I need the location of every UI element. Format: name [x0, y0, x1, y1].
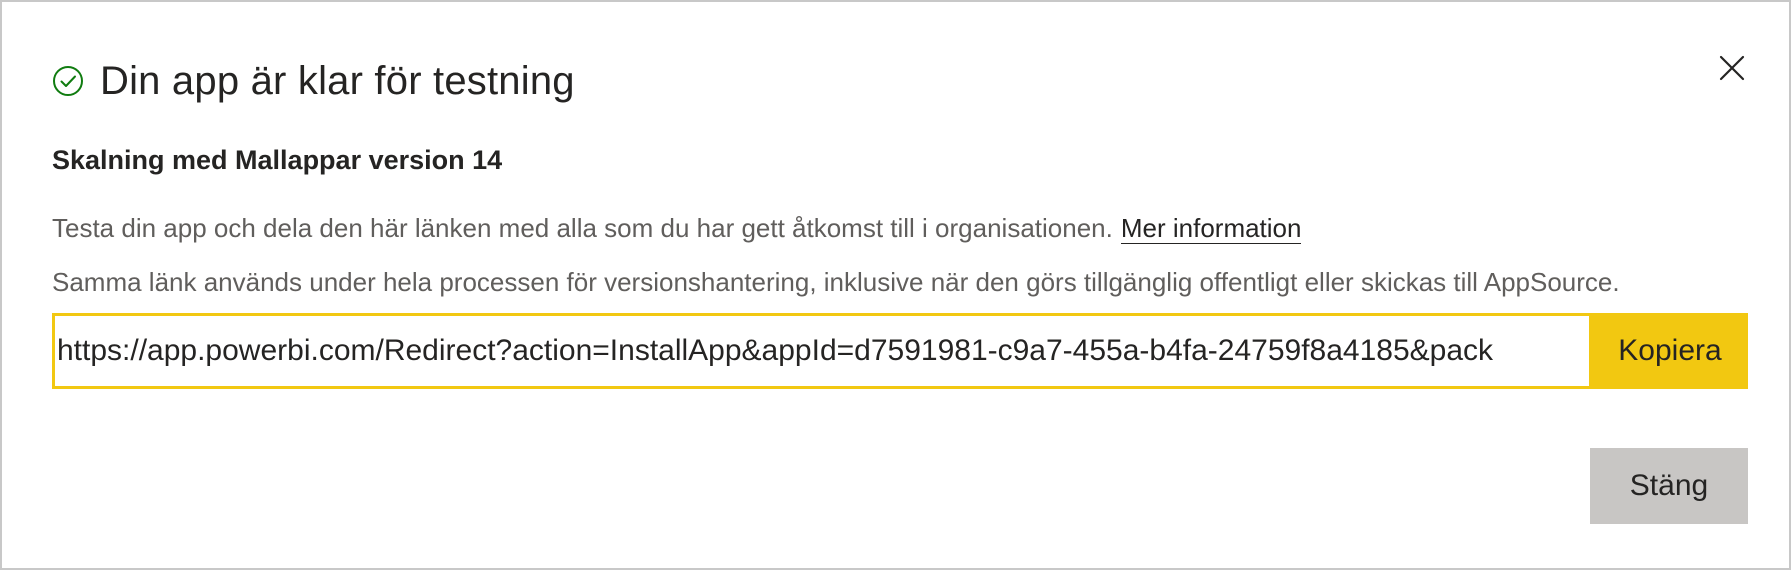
close-dialog-button[interactable] [1714, 50, 1750, 86]
description-line-1: Testa din app och dela den här länken me… [52, 210, 1302, 246]
description-text-1: Testa din app och dela den här länken me… [52, 213, 1113, 243]
app-ready-dialog: Din app är klar för testning Skalning me… [0, 0, 1791, 570]
dialog-title: Din app är klar för testning [100, 59, 575, 103]
description-line-2: Samma länk används under hela processen … [52, 267, 1620, 297]
app-version-name: Skalning med Mallappar version 14 [52, 145, 503, 175]
close-icon [1719, 55, 1745, 81]
more-info-link[interactable]: Mer information [1120, 213, 1302, 244]
close-button[interactable]: Stäng [1590, 448, 1748, 524]
check-circle-icon [53, 66, 83, 96]
url-copy-row: Kopiera [52, 313, 1748, 389]
dialog-header: Din app är klar för testning [52, 54, 575, 108]
app-url-input[interactable] [52, 313, 1592, 389]
copy-button[interactable]: Kopiera [1592, 313, 1748, 389]
